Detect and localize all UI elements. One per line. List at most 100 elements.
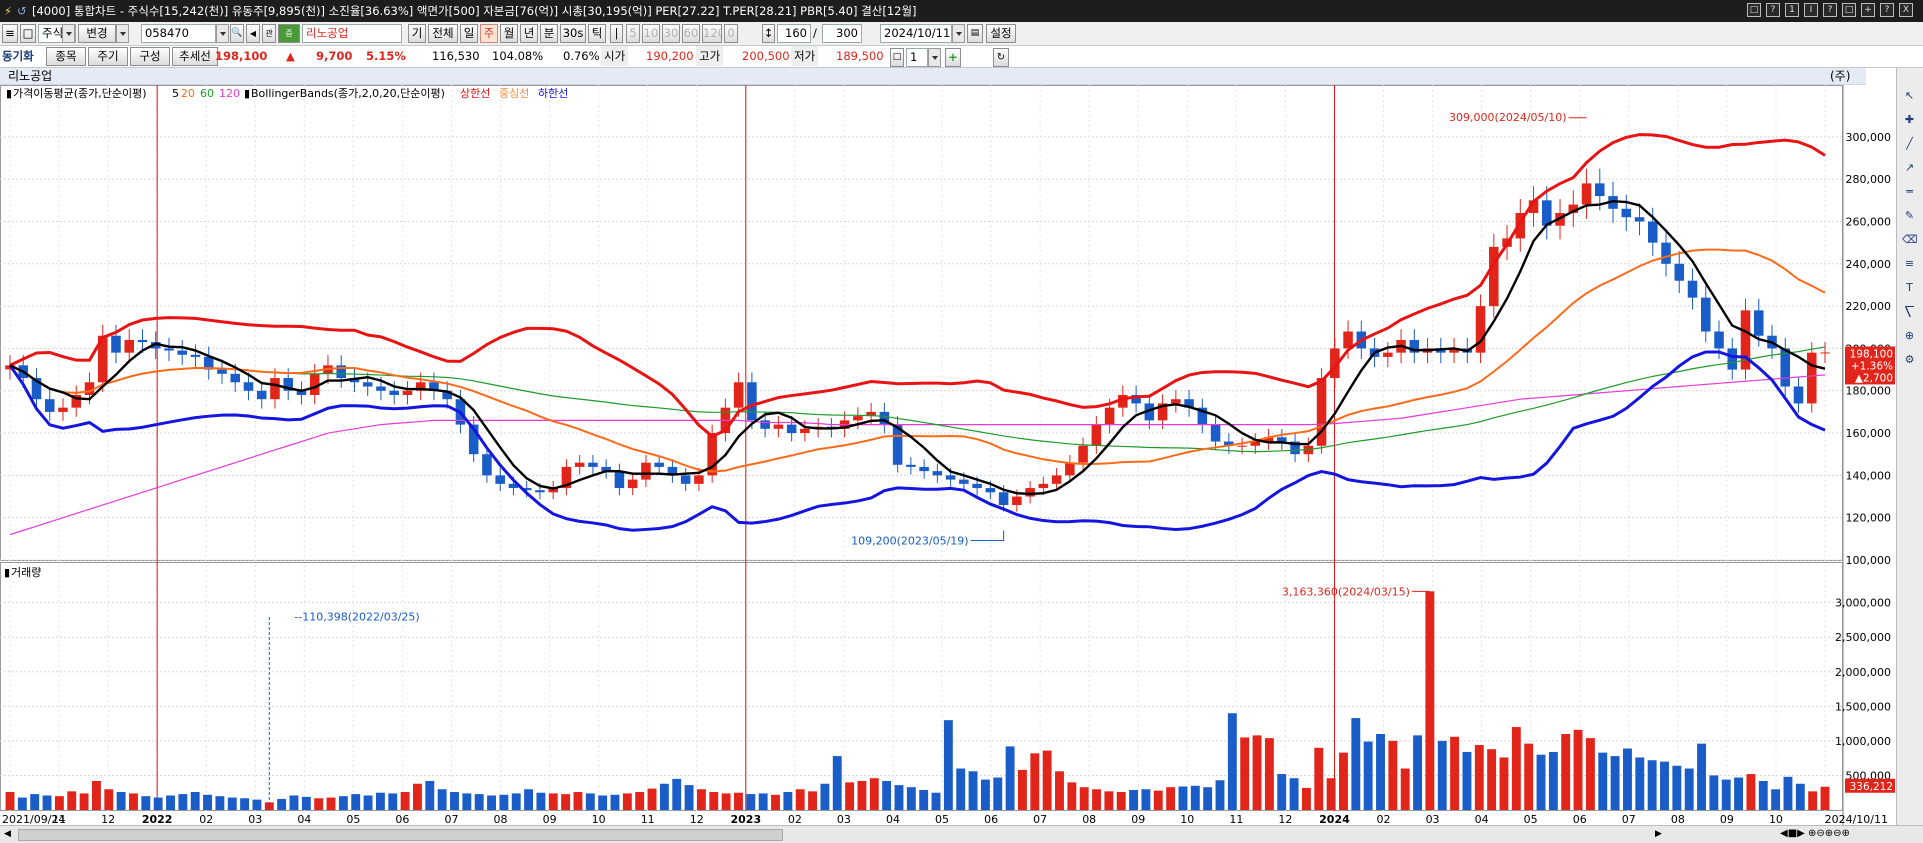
- volume-bar: [524, 789, 534, 810]
- trend-icon[interactable]: ↗: [1902, 160, 1917, 175]
- window-icon[interactable]: □: [20, 24, 36, 43]
- pencil-icon[interactable]: ✎: [1902, 208, 1917, 223]
- tab-2[interactable]: 구성: [130, 47, 170, 66]
- period-btn-8[interactable]: 틱: [588, 24, 606, 43]
- volume-bar: [314, 798, 324, 810]
- x-tick: 2023: [730, 813, 761, 825]
- crosshair-icon[interactable]: ✚: [1902, 112, 1917, 127]
- link-icon[interactable]: ↺: [17, 0, 27, 22]
- gear-icon[interactable]: ⚙: [1902, 352, 1917, 367]
- tab-3[interactable]: 추세선: [172, 47, 218, 66]
- period-btn-7[interactable]: 30s: [560, 24, 586, 43]
- calendar-icon[interactable]: ▤: [967, 24, 983, 43]
- volume-bar: [598, 795, 608, 810]
- volume-bar: [1795, 783, 1805, 810]
- volume-bar: [326, 797, 336, 810]
- candle-body: [1237, 445, 1247, 447]
- x-tick: 02: [199, 813, 213, 825]
- stock-code-input[interactable]: 058470: [141, 24, 216, 43]
- window-btn-8[interactable]: X: [1899, 3, 1913, 17]
- period-btn-2[interactable]: 일: [460, 24, 478, 43]
- checkbox-icon[interactable]: □: [890, 48, 904, 67]
- window-btn-3[interactable]: I: [1804, 3, 1818, 17]
- candle-body: [256, 390, 267, 400]
- zoom-icon[interactable]: ⊕: [1902, 328, 1917, 343]
- tab-1[interactable]: 주기: [88, 47, 128, 66]
- volume-max-annotation: 3,163,360(2024/03/15): [1282, 585, 1410, 598]
- window-btn-1[interactable]: ?: [1766, 3, 1780, 17]
- period-btn-3[interactable]: 주: [480, 24, 498, 43]
- chart-canvas[interactable]: 300,000280,000260,000240,000220,000200,0…: [0, 85, 1896, 825]
- interval-btn-3[interactable]: 60: [682, 24, 700, 43]
- volume-bar: [1178, 786, 1188, 810]
- x-tick: 09: [543, 813, 557, 825]
- toggle-icon[interactable]: |: [610, 24, 623, 43]
- window-btn-0[interactable]: □: [1747, 3, 1761, 17]
- x-tick: 2024: [1319, 813, 1350, 825]
- interval-btn-2[interactable]: 30: [662, 24, 680, 43]
- window-btn-5[interactable]: □: [1842, 3, 1856, 17]
- market-dropdown-icon[interactable]: [62, 24, 75, 43]
- channel-icon[interactable]: ═: [1902, 184, 1917, 199]
- prev-stock-icon[interactable]: ◀: [246, 24, 260, 43]
- volume-bar: [561, 794, 571, 810]
- fibonacci-icon[interactable]: ≡: [1902, 256, 1917, 271]
- price-tick: 160,000: [1846, 427, 1892, 440]
- scroll-thumb[interactable]: [18, 829, 783, 841]
- menu-icon[interactable]: ≡: [2, 24, 18, 43]
- total-input[interactable]: 300: [822, 24, 862, 43]
- period-btn-1[interactable]: 전체: [428, 24, 458, 43]
- count-input[interactable]: 160: [777, 24, 811, 43]
- line-icon[interactable]: ╱: [1902, 136, 1917, 151]
- candle-body: [270, 378, 280, 400]
- date-input[interactable]: 2024/10/11: [880, 24, 952, 43]
- volume-bar: [1129, 789, 1139, 810]
- settings-button[interactable]: 설정: [986, 24, 1016, 43]
- period-btn-4[interactable]: 월: [500, 24, 518, 43]
- zoom-controls[interactable]: ◀■▶ ⊕⊖⊕⊖⊕: [1780, 828, 1850, 839]
- spin-icon[interactable]: ↕: [762, 24, 775, 43]
- code-dropdown-icon[interactable]: [216, 24, 229, 43]
- add-icon[interactable]: +: [945, 48, 961, 67]
- refresh-icon[interactable]: ↻: [993, 48, 1009, 67]
- candle-body: [945, 475, 956, 480]
- candle-body: [1674, 263, 1685, 281]
- candle-body: [1025, 488, 1035, 497]
- ruler-icon[interactable]: ⎲: [1902, 304, 1917, 319]
- date-dropdown-icon[interactable]: [952, 24, 965, 43]
- page-dropdown-icon[interactable]: [928, 48, 941, 67]
- change-dropdown-icon[interactable]: [116, 24, 129, 43]
- tab-0[interactable]: 종목: [46, 47, 86, 66]
- eraser-icon[interactable]: ⌫: [1902, 232, 1918, 247]
- low-label: 저가: [791, 46, 819, 66]
- cursor-icon[interactable]: ↖: [1902, 88, 1917, 103]
- page-num-input[interactable]: 1: [906, 48, 928, 67]
- price-tick: 180,000: [1846, 385, 1892, 398]
- scroll-right-icon[interactable]: ▶: [1655, 829, 1667, 841]
- search-icon[interactable]: 🔍: [230, 24, 244, 43]
- interval-btn-5[interactable]: 0: [724, 24, 738, 43]
- stock-info-icon[interactable]: 관: [262, 24, 276, 43]
- interval-btn-0[interactable]: 5: [626, 24, 640, 43]
- sync-label[interactable]: 동기화: [2, 46, 34, 66]
- window-btn-6[interactable]: +: [1861, 3, 1875, 17]
- period-btn-5[interactable]: 년: [520, 24, 538, 43]
- volume-bar: [437, 789, 447, 810]
- candle-body: [919, 466, 929, 472]
- volume-bar: [585, 793, 595, 810]
- volume-bar: [1524, 743, 1534, 810]
- volume-bar: [548, 793, 558, 810]
- window-btn-4[interactable]: ?: [1823, 3, 1837, 17]
- scroll-left-icon[interactable]: ◀: [4, 829, 16, 841]
- window-btn-2[interactable]: 1: [1785, 3, 1799, 17]
- period-btn-6[interactable]: 분: [540, 24, 558, 43]
- horizontal-scrollbar[interactable]: ◀ ▶ ◀■▶ ⊕⊖⊕⊖⊕: [0, 825, 1923, 843]
- interval-btn-1[interactable]: 10: [642, 24, 660, 43]
- period-btn-0[interactable]: 기: [408, 24, 426, 43]
- volume-tick: 3,000,000: [1835, 597, 1891, 610]
- window-btn-7[interactable]: ?: [1880, 3, 1894, 17]
- change-button[interactable]: 변경: [78, 24, 116, 43]
- text-icon[interactable]: T: [1902, 280, 1917, 295]
- x-tick: 06: [1573, 813, 1587, 825]
- interval-btn-4[interactable]: 120: [702, 24, 722, 43]
